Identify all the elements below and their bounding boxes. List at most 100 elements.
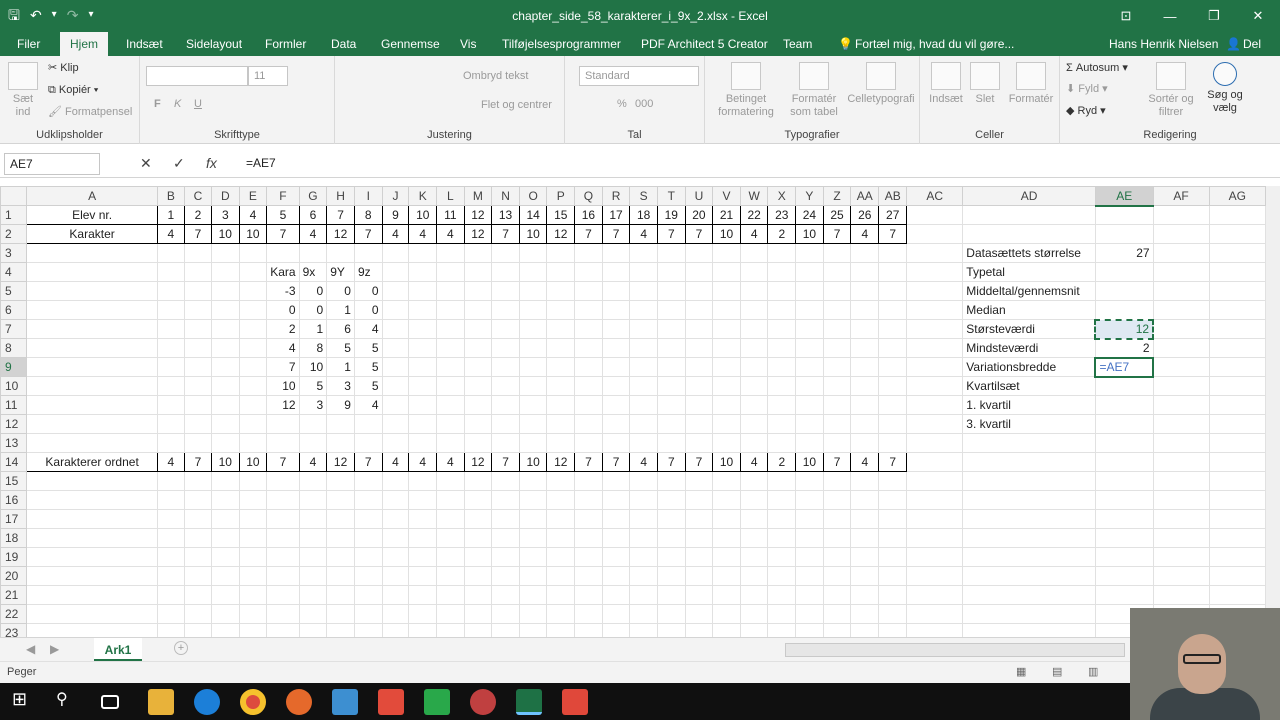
close-button[interactable]: ✕ (1236, 0, 1280, 32)
cell-q3[interactable] (574, 243, 603, 263)
cell-ac17[interactable] (906, 509, 964, 529)
cell-z4[interactable] (822, 262, 852, 282)
tab-insert[interactable]: Indsæt (126, 37, 163, 51)
format-cells-button[interactable]: Formatér (1006, 62, 1056, 106)
cell-f10[interactable]: 10 (266, 376, 300, 396)
cell-c14[interactable]: 7 (183, 452, 212, 472)
cell-b8[interactable] (156, 338, 185, 358)
column-header-x[interactable]: X (767, 186, 797, 206)
cell-r9[interactable] (601, 357, 631, 377)
row-header[interactable]: 2 (0, 224, 28, 244)
cell-af10[interactable] (1152, 376, 1210, 396)
cell-y18[interactable] (795, 528, 824, 548)
name-box[interactable]: AE7 (4, 153, 100, 175)
cell-p10[interactable] (546, 376, 576, 396)
cell-n21[interactable] (491, 585, 520, 605)
cell-y10[interactable] (795, 376, 824, 396)
cell-af21[interactable] (1152, 585, 1210, 605)
cell-l7[interactable] (436, 319, 465, 339)
cell-a21[interactable] (26, 585, 158, 605)
cell-c12[interactable] (183, 414, 212, 434)
row-header[interactable]: 19 (0, 547, 28, 567)
cell-y6[interactable] (795, 300, 824, 320)
cell-k17[interactable] (408, 509, 438, 529)
row-header[interactable]: 18 (0, 528, 28, 548)
cell-v15[interactable] (712, 471, 741, 491)
cell-j20[interactable] (381, 566, 410, 586)
cell-h4[interactable]: 9Y (326, 262, 355, 282)
cell-af17[interactable] (1152, 509, 1210, 529)
cell-w21[interactable] (739, 585, 769, 605)
cell-a6[interactable] (26, 300, 158, 320)
cell-k4[interactable] (408, 262, 438, 282)
cell-m19[interactable] (463, 547, 493, 567)
cell-p16[interactable] (546, 490, 576, 510)
cell-af9[interactable] (1152, 357, 1210, 377)
cell-q13[interactable] (574, 433, 603, 453)
cell-u2[interactable]: 7 (684, 224, 714, 244)
cell-g6[interactable]: 0 (298, 300, 328, 320)
cell-z6[interactable] (822, 300, 852, 320)
cell-v1[interactable]: 21 (712, 205, 741, 225)
cell-i7[interactable]: 4 (353, 319, 383, 339)
row-header[interactable]: 8 (0, 338, 28, 358)
windows-start-icon[interactable]: ⊞ (12, 689, 38, 715)
cell-m15[interactable] (463, 471, 493, 491)
cell-ae10[interactable] (1094, 376, 1154, 396)
cell-r4[interactable] (601, 262, 631, 282)
cell-b6[interactable] (156, 300, 185, 320)
cell-ad14[interactable] (962, 452, 1096, 472)
cell-g22[interactable] (298, 604, 328, 624)
cell-w6[interactable] (739, 300, 769, 320)
cell-i12[interactable] (353, 414, 383, 434)
cell-g18[interactable] (298, 528, 328, 548)
cell-k16[interactable] (408, 490, 438, 510)
cell-l1[interactable]: 11 (436, 205, 465, 225)
cell-h7[interactable]: 6 (326, 319, 355, 339)
cell-a4[interactable] (26, 262, 158, 282)
cell-j9[interactable] (381, 357, 410, 377)
cell-b12[interactable] (156, 414, 185, 434)
cell-x8[interactable] (767, 338, 797, 358)
cell-aa7[interactable] (850, 319, 880, 339)
cell-l8[interactable] (436, 338, 465, 358)
cell-n4[interactable] (491, 262, 520, 282)
row-header[interactable]: 13 (0, 433, 28, 453)
minimize-button[interactable]: — (1148, 0, 1192, 32)
cell-i4[interactable]: 9z (353, 262, 383, 282)
cell-w11[interactable] (739, 395, 769, 415)
cell-ac7[interactable] (906, 319, 964, 339)
cell-ac10[interactable] (906, 376, 964, 396)
cell-v3[interactable] (712, 243, 741, 263)
excel-taskbar-icon[interactable] (516, 689, 542, 715)
cell-t12[interactable] (656, 414, 686, 434)
worksheet-grid[interactable]: A B C D E F G H I J K L M N O P Q R S T U V W X Y Z AA AB AC AD AE AF AG… (0, 186, 1266, 637)
cell-ae1[interactable] (1094, 205, 1154, 225)
cell-z17[interactable] (822, 509, 852, 529)
cell-t23[interactable] (656, 623, 686, 637)
cell-w16[interactable] (739, 490, 769, 510)
cell-m21[interactable] (463, 585, 493, 605)
cell-e18[interactable] (238, 528, 268, 548)
cell-a19[interactable] (26, 547, 158, 567)
cell-n22[interactable] (491, 604, 520, 624)
cell-b21[interactable] (156, 585, 185, 605)
copy-button[interactable]: ⧉ Kopiér ▾ (48, 84, 98, 97)
cell-f4[interactable]: Kara (266, 262, 300, 282)
cell-i20[interactable] (353, 566, 383, 586)
cell-ac23[interactable] (906, 623, 964, 637)
cell-w5[interactable] (739, 281, 769, 301)
cell-c21[interactable] (183, 585, 212, 605)
cell-z7[interactable] (822, 319, 852, 339)
app-icon-green[interactable] (424, 689, 450, 715)
cell-ad18[interactable] (962, 528, 1096, 548)
tab-team[interactable]: Team (783, 37, 812, 51)
cell-o6[interactable] (518, 300, 548, 320)
cell-af18[interactable] (1152, 528, 1210, 548)
tab-page-layout[interactable]: Sidelayout (186, 37, 242, 51)
cell-o4[interactable] (518, 262, 548, 282)
cell-ag8[interactable] (1208, 338, 1266, 358)
cell-e12[interactable] (238, 414, 268, 434)
cell-h9[interactable]: 1 (326, 357, 355, 377)
cell-i18[interactable] (353, 528, 383, 548)
